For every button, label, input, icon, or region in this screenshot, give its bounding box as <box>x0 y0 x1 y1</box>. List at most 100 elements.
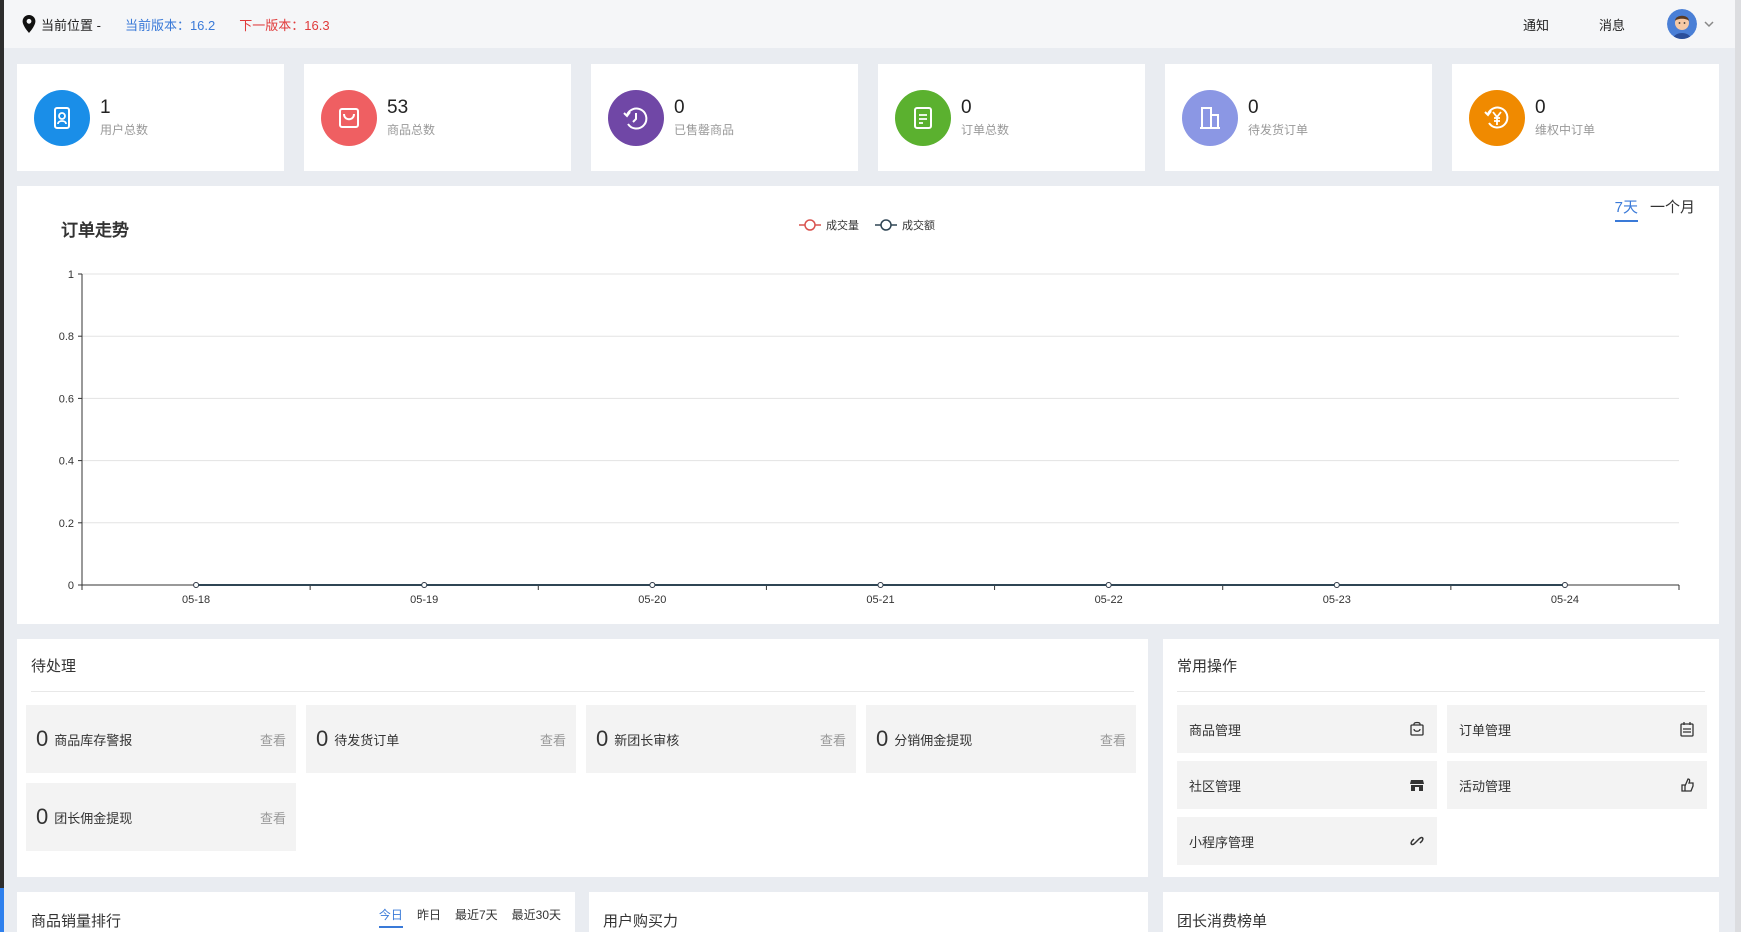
pending-item-leader-commission: 0 团长佣金提现 查看 <box>26 783 296 851</box>
notify-link[interactable]: 通知 <box>1523 15 1549 34</box>
data-point <box>193 582 200 588</box>
document-icon <box>895 89 951 146</box>
pending-label: 商品库存警报 <box>54 732 133 748</box>
stat-card-to-ship[interactable]: 0 待发货订单 <box>1165 64 1432 171</box>
shopping-bag-icon <box>321 89 377 146</box>
view-link[interactable]: 查看 <box>820 730 846 749</box>
range-tabs: 7天 一个月 <box>1603 196 1695 222</box>
left-sidebar-edge <box>0 0 4 932</box>
pending-label: 团长佣金提现 <box>54 810 133 826</box>
purchase-power-panel: 用户购买力 <box>589 892 1148 932</box>
tab-today[interactable]: 今日 <box>378 906 403 928</box>
pending-panel: 待处理 0 商品库存警报 查看 0 待发货订单 查看 0 新团长审核 查看 0 … <box>17 639 1148 877</box>
chevron-down-icon[interactable] <box>1703 18 1715 30</box>
stat-value: 1 <box>100 97 111 118</box>
stat-value: 0 <box>1248 97 1259 118</box>
top-bar: 当前位置 - 当前版本：16.2 下一版本：16.3 通知 消息 <box>4 0 1735 48</box>
legend-label: 成交额 <box>902 218 935 232</box>
stat-card-disputes[interactable]: 0 维权中订单 <box>1452 64 1719 171</box>
tab-last-7-days[interactable]: 最近7天 <box>455 906 498 928</box>
pending-label: 待发货订单 <box>334 732 400 748</box>
next-version: 下一版本：16.3 <box>239 17 330 33</box>
user-card-icon <box>34 89 90 146</box>
op-label: 社区管理 <box>1189 778 1242 794</box>
divider <box>1177 691 1705 692</box>
pending-item-commission-withdraw: 0 分销佣金提现 查看 <box>866 705 1136 773</box>
stat-label: 维权中订单 <box>1535 123 1596 137</box>
y-tick-label: 0 <box>68 580 74 592</box>
op-label: 订单管理 <box>1459 722 1512 738</box>
store-icon <box>1410 780 1424 791</box>
legend-marker <box>804 219 816 231</box>
pending-count: 0 <box>316 726 329 751</box>
hand-icon <box>1681 778 1694 792</box>
view-link[interactable]: 查看 <box>540 730 566 749</box>
stat-card-products[interactable]: 53 商品总数 <box>304 64 571 171</box>
op-label: 活动管理 <box>1459 778 1512 794</box>
view-link[interactable]: 查看 <box>260 808 286 827</box>
pending-label: 新团长审核 <box>614 732 680 748</box>
view-link[interactable]: 查看 <box>260 730 286 749</box>
op-miniprogram-management[interactable]: 小程序管理 <box>1177 817 1437 865</box>
common-ops-panel: 常用操作 商品管理 订单管理 社区管理 活动管理 小程序管理 <box>1163 639 1719 877</box>
stat-value: 0 <box>961 97 972 118</box>
avatar[interactable] <box>1667 9 1697 39</box>
yuan-icon <box>1469 89 1525 146</box>
rank-tabs: 今日 昨日 最近7天 最近30天 <box>365 906 561 928</box>
data-point <box>1105 582 1112 588</box>
avatar-icon <box>1667 9 1697 39</box>
op-label: 小程序管理 <box>1189 834 1255 850</box>
stat-value: 53 <box>387 97 409 118</box>
data-point <box>1561 582 1568 588</box>
op-activity-management[interactable]: 活动管理 <box>1447 761 1707 809</box>
current-version: 当前版本：16.2 <box>124 17 216 33</box>
y-tick-label: 0.4 <box>59 456 74 468</box>
sales-ranking-panel: 商品销量排行 今日 昨日 最近7天 最近30天 <box>17 892 575 932</box>
location-pin-icon <box>22 15 36 33</box>
legend-label: 成交量 <box>826 218 859 232</box>
x-tick-label: 05-21 <box>866 594 894 606</box>
pending-item-stock-alert: 0 商品库存警报 查看 <box>26 705 296 773</box>
leader-ranking-title: 团长消费榜单 <box>1177 913 1268 930</box>
sidebar-active-indicator <box>0 888 4 932</box>
pending-title: 待处理 <box>31 658 77 675</box>
stat-label: 订单总数 <box>961 123 1010 137</box>
stat-card-orders[interactable]: 0 订单总数 <box>878 64 1145 171</box>
leader-ranking-panel: 团长消费榜单 <box>1163 892 1719 932</box>
legend-marker <box>880 219 892 231</box>
sales-ranking-title: 商品销量排行 <box>31 913 122 930</box>
scrollbar[interactable] <box>1735 0 1741 932</box>
pending-count: 0 <box>36 726 49 751</box>
purchase-power-title: 用户购买力 <box>603 913 679 930</box>
pending-count: 0 <box>876 726 889 751</box>
pending-item-leader-review: 0 新团长审核 查看 <box>586 705 856 773</box>
tab-last-30-days[interactable]: 最近30天 <box>512 906 561 928</box>
tab-1month[interactable]: 一个月 <box>1650 196 1695 222</box>
stat-label: 商品总数 <box>387 123 436 137</box>
building-icon <box>1182 89 1238 146</box>
message-link[interactable]: 消息 <box>1599 15 1625 34</box>
stat-value: 0 <box>1535 97 1546 118</box>
stat-card-soldout[interactable]: 0 已售罄商品 <box>591 64 858 171</box>
stat-label: 已售罄商品 <box>674 123 735 137</box>
clock-icon <box>608 89 664 146</box>
link-icon <box>1410 836 1424 846</box>
view-link[interactable]: 查看 <box>1100 730 1126 749</box>
tab-yesterday[interactable]: 昨日 <box>417 906 441 928</box>
y-tick-label: 0.6 <box>59 393 74 405</box>
stat-label: 用户总数 <box>100 123 149 137</box>
data-point <box>649 582 656 588</box>
pending-item-to-ship: 0 待发货订单 查看 <box>306 705 576 773</box>
tab-7days[interactable]: 7天 <box>1614 196 1638 222</box>
order-trend-chart: 0 0.2 0.4 0.6 0.8 1 05-18 05-19 05-20 05-21 05-22 0… <box>59 218 1680 606</box>
op-order-management[interactable]: 订单管理 <box>1447 705 1707 753</box>
data-point <box>877 582 884 588</box>
stat-card-users[interactable]: 1 用户总数 <box>17 64 284 171</box>
op-product-management[interactable]: 商品管理 <box>1177 705 1437 753</box>
op-community-management[interactable]: 社区管理 <box>1177 761 1437 809</box>
stat-label: 待发货订单 <box>1248 123 1309 137</box>
data-point <box>421 582 428 588</box>
x-tick-label: 05-22 <box>1095 594 1123 606</box>
pending-count: 0 <box>596 726 609 751</box>
data-point <box>1333 582 1340 588</box>
